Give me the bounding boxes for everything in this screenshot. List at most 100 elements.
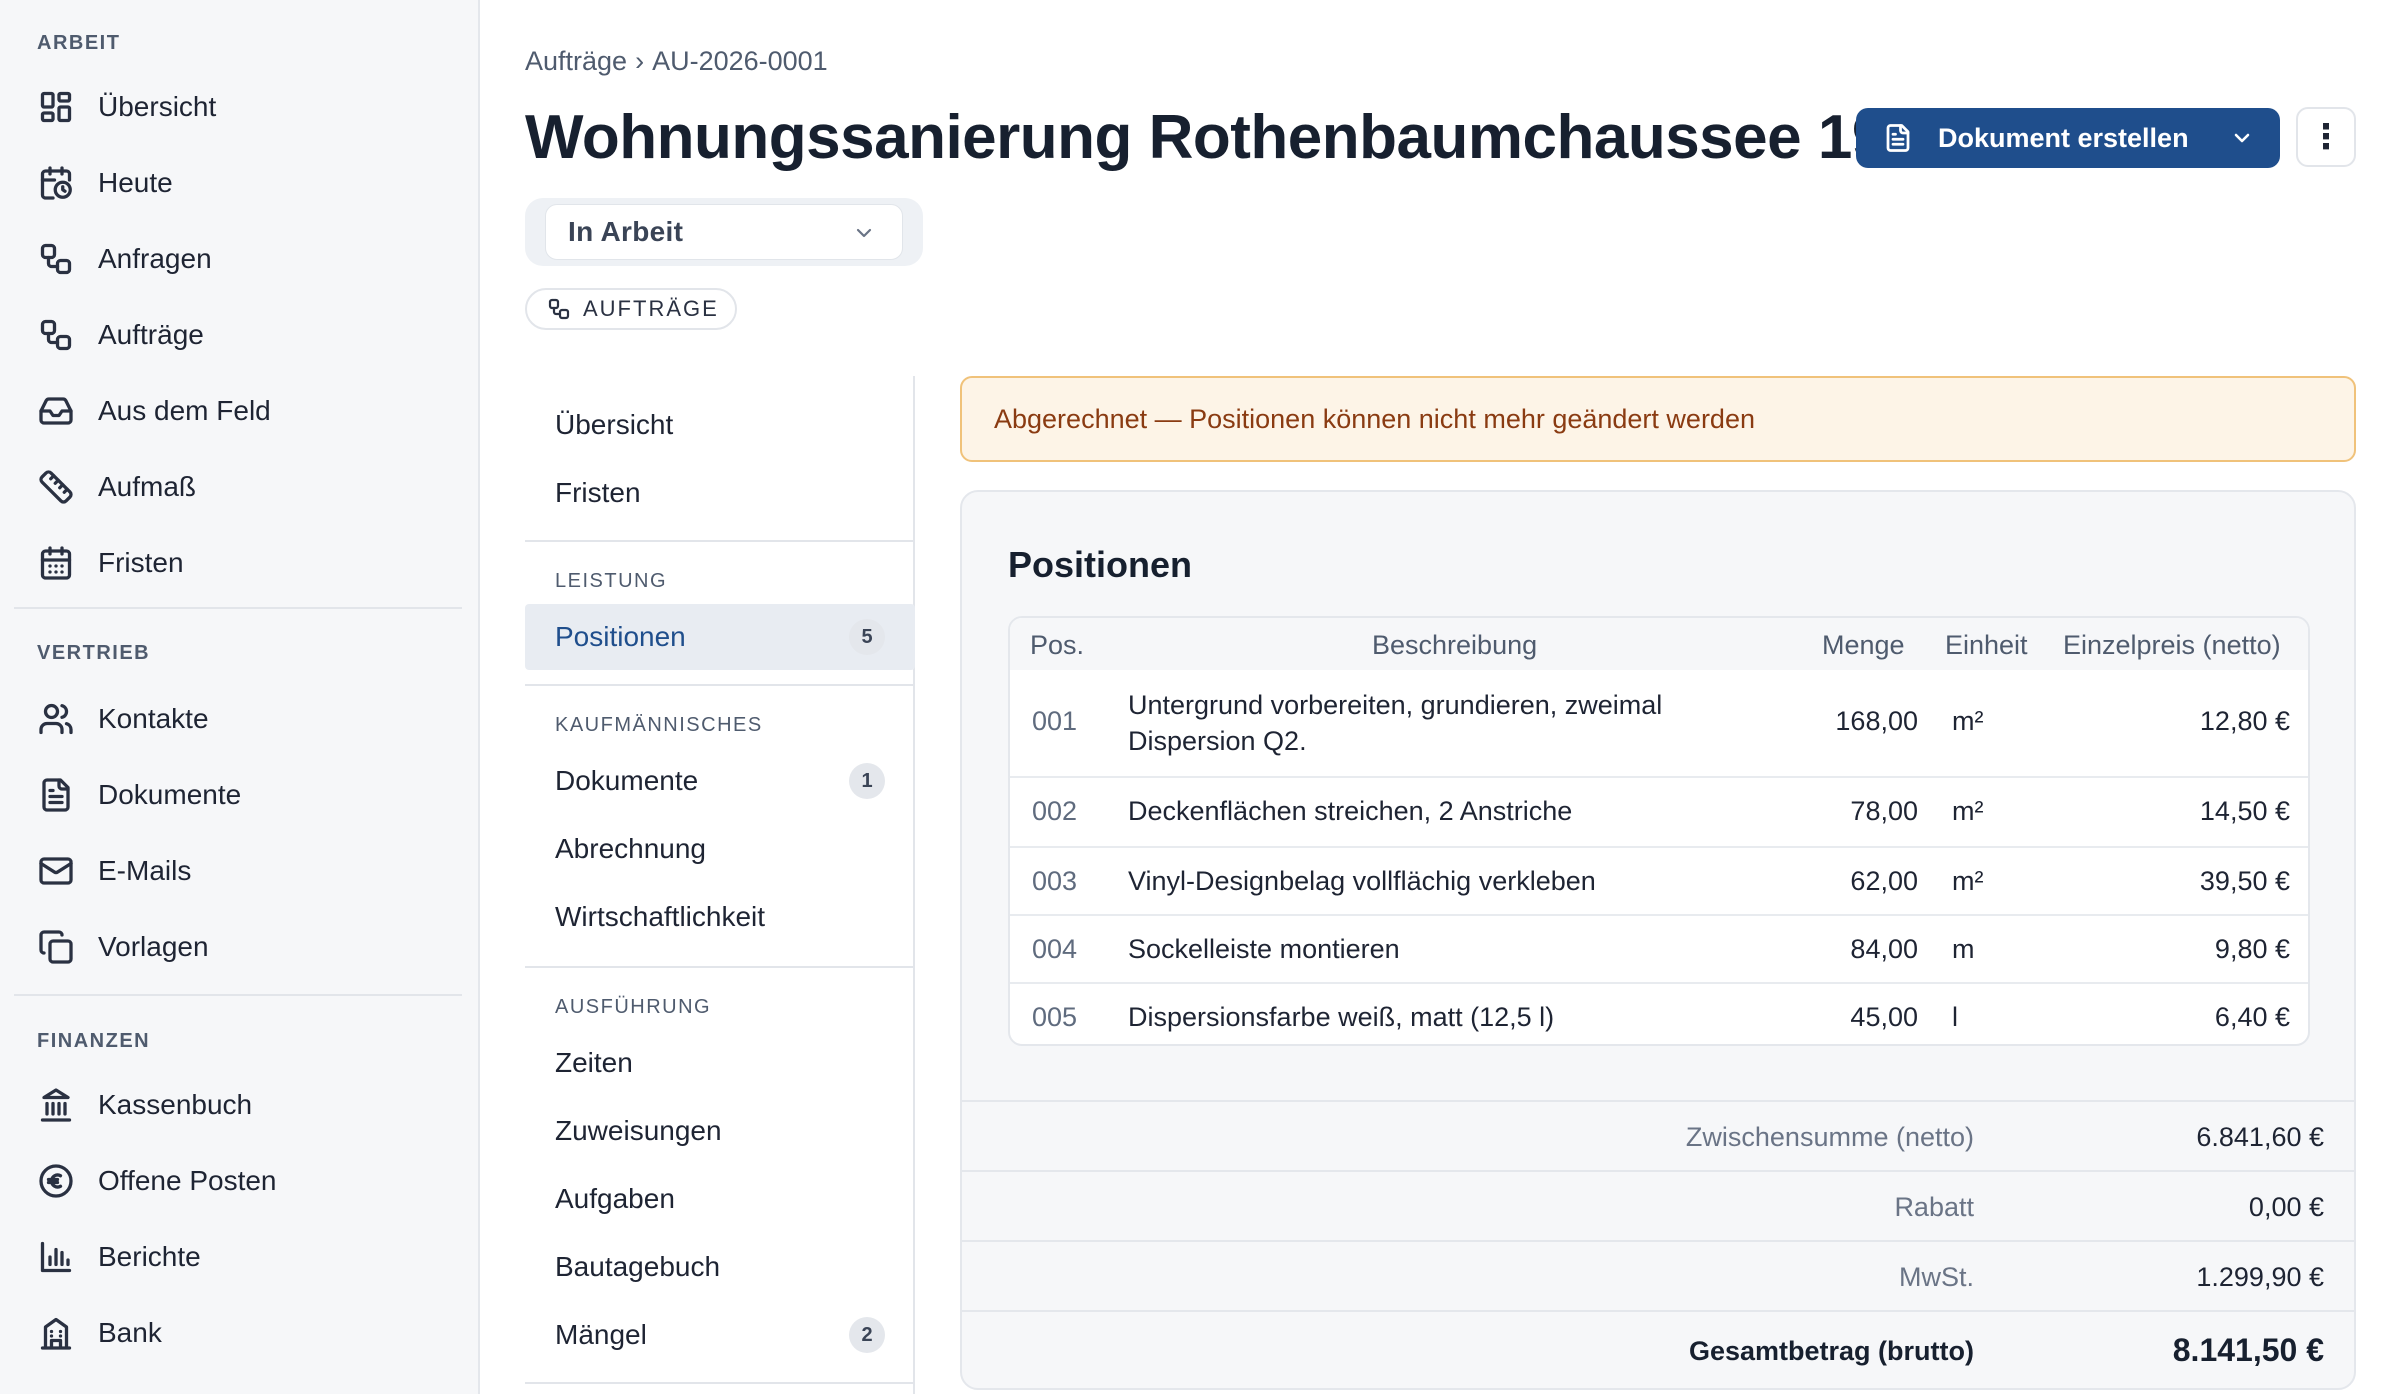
table-row: 004 Sockelleiste montieren 84,00 m 9,80 … <box>1010 914 2308 982</box>
sidebar-item-dokumente[interactable]: Dokumente <box>14 764 460 826</box>
sidebar-item-aus-dem-feld[interactable]: Aus dem Feld <box>14 380 460 442</box>
cell-einzelpreis: 9,80 € <box>2214 934 2290 964</box>
subnav-section-ausfuehrung: AUSFÜHRUNG <box>555 996 712 1018</box>
cell-einheit: l <box>1952 1002 1958 1032</box>
sidebar-item-anfragen[interactable]: Anfragen <box>14 228 460 290</box>
subnav-label: Zuweisungen <box>555 1115 722 1146</box>
subnav-label: Zeiten <box>555 1047 633 1078</box>
status-select[interactable]: In Arbeit <box>545 204 903 260</box>
column-header-beschreibung: Beschreibung <box>1372 630 1538 660</box>
column-header-menge: Menge <box>1822 630 1905 660</box>
subnav-item-dokumente[interactable]: Dokumente 1 <box>525 748 915 814</box>
sidebar-item-vorlagen[interactable]: Vorlagen <box>14 916 460 978</box>
building-icon <box>36 1313 76 1353</box>
locked-alert: Abgerechnet — Positionen können nicht me… <box>960 376 2356 462</box>
summary-label: Gesamtbetrag (brutto) <box>1688 1336 1974 1366</box>
subnav-item-uebersicht[interactable]: Übersicht <box>525 392 915 458</box>
subnav-item-wirtschaftlichkeit[interactable]: Wirtschaftlichkeit <box>525 884 915 950</box>
create-document-button[interactable]: Dokument erstellen <box>1856 108 2280 168</box>
subnav-item-zeiten[interactable]: Zeiten <box>525 1030 915 1096</box>
column-header-einzelpreis: Einzelpreis (netto) <box>2063 630 2281 660</box>
copy-icon <box>36 927 76 967</box>
cell-pos: 001 <box>1032 706 1078 736</box>
status-selector-wrapper: In Arbeit <box>525 198 923 266</box>
sidebar-item-kassenbuch[interactable]: Kassenbuch <box>14 1074 460 1136</box>
summary-row-vat: MwSt. 1.299,90 € <box>962 1240 2354 1310</box>
sidebar-item-offene-posten[interactable]: Offene Posten <box>14 1150 460 1212</box>
dashboard-icon <box>36 87 76 127</box>
sidebar-item-label: Übersicht <box>98 91 217 122</box>
subnav-item-zuweisungen[interactable]: Zuweisungen <box>525 1098 915 1164</box>
cell-einheit: m² <box>1952 706 1984 736</box>
sidebar-item-label: Aufträge <box>98 319 204 350</box>
subnav-label: Bautagebuch <box>555 1251 721 1282</box>
chevron-down-icon[interactable] <box>2230 126 2254 150</box>
subnav-item-aufgaben[interactable]: Aufgaben <box>525 1166 915 1232</box>
workflow-icon <box>36 239 76 279</box>
sidebar-item-heute[interactable]: Heute <box>14 152 460 214</box>
cell-beschreibung: Untergrund vorbereiten, grundieren, zwei… <box>1128 690 1663 720</box>
more-actions-button[interactable]: ⋮ <box>2296 107 2356 167</box>
subnav-label: Wirtschaftlichkeit <box>555 901 766 932</box>
subnav-item-maengel[interactable]: Mängel 2 <box>525 1302 915 1368</box>
cell-einzelpreis: 6,40 € <box>2214 1002 2290 1032</box>
subnav-item-fristen[interactable]: Fristen <box>525 460 915 526</box>
sidebar-item-label: Anfragen <box>98 243 212 274</box>
subnav-label: Mängel <box>555 1319 647 1350</box>
breadcrumb-parent[interactable]: Aufträge <box>525 46 627 77</box>
count-badge: 5 <box>849 619 885 655</box>
sidebar-item-label: Dokumente <box>98 779 242 810</box>
cell-beschreibung: Vinyl-Designbelag vollflächig verkleben <box>1128 866 1596 896</box>
sidebar-item-uebersicht[interactable]: Übersicht <box>14 76 460 138</box>
more-vertical-icon: ⋮ <box>2309 118 2343 156</box>
summary-value: 6.841,60 € <box>2196 1122 2324 1152</box>
subnav-label: Übersicht <box>555 409 674 440</box>
subnav-label: Positionen <box>555 621 686 652</box>
sidebar-item-auftraege[interactable]: Aufträge <box>14 304 460 366</box>
sidebar-item-bank[interactable]: Bank <box>14 1302 460 1364</box>
breadcrumb-separator: › <box>635 46 645 76</box>
cell-einheit: m² <box>1952 866 1984 896</box>
cell-pos: 002 <box>1032 796 1078 826</box>
subnav-item-positionen[interactable]: Positionen 5 <box>525 604 915 670</box>
subnav-section-kaufmaennisches: KAUFMÄNNISCHES <box>555 714 763 736</box>
sidebar-item-label: Aus dem Feld <box>98 395 271 426</box>
chevron-down-icon <box>852 221 876 250</box>
bar-chart-icon <box>36 1237 76 1277</box>
ruler-icon <box>36 467 76 507</box>
positions-card: Positionen Pos. Beschreibung Menge Einhe… <box>960 490 2356 1390</box>
cell-menge: 168,00 <box>1835 706 1918 736</box>
summary-row-total: Gesamtbetrag (brutto) 8.141,50 € <box>962 1310 2354 1388</box>
cell-einzelpreis: 14,50 € <box>2199 796 2290 826</box>
calendar-clock-icon <box>36 163 76 203</box>
subnav-divider <box>525 1382 915 1384</box>
sidebar-item-emails[interactable]: E-Mails <box>14 840 460 902</box>
mail-icon <box>36 851 76 891</box>
sidebar-item-label: Aufmaß <box>98 471 197 502</box>
sidebar-item-label: Berichte <box>98 1241 201 1272</box>
sidebar-item-label: Fristen <box>98 547 184 578</box>
alert-text: Abgerechnet — Positionen können nicht me… <box>994 403 1755 434</box>
sidebar-item-label: Offene Posten <box>98 1165 277 1196</box>
subnav-divider <box>525 966 915 968</box>
cell-beschreibung: Sockelleiste montieren <box>1128 934 1400 964</box>
cell-einzelpreis: 39,50 € <box>2199 866 2290 896</box>
module-tag-label: AUFTRÄGE <box>583 296 719 321</box>
cell-einheit: m² <box>1952 796 1984 826</box>
document-icon <box>36 775 76 815</box>
sidebar-item-berichte[interactable]: Berichte <box>14 1226 460 1288</box>
sidebar-item-label: Vorlagen <box>98 931 209 962</box>
sidebar-item-fristen[interactable]: Fristen <box>14 532 460 594</box>
sidebar-item-kontakte[interactable]: Kontakte <box>14 688 460 750</box>
sidebar-item-aufmass[interactable]: Aufmaß <box>14 456 460 518</box>
table-row: 005 Dispersionsfarbe weiß, matt (12,5 l)… <box>1010 982 2308 1044</box>
table-row: 001 Untergrund vorbereiten, grundieren, … <box>1010 670 2308 776</box>
sidebar-divider <box>14 607 462 609</box>
module-tag[interactable]: AUFTRÄGE <box>525 288 737 330</box>
status-value: In Arbeit <box>568 216 684 247</box>
page-title: Wohnungssanierung Rothenbaumchaussee 19 <box>525 103 1886 172</box>
summary-label: MwSt. <box>1898 1262 1974 1292</box>
subnav-item-bautagebuch[interactable]: Bautagebuch <box>525 1234 915 1300</box>
subnav-item-abrechnung[interactable]: Abrechnung <box>525 816 915 882</box>
subnav-label: Dokumente <box>555 765 699 796</box>
